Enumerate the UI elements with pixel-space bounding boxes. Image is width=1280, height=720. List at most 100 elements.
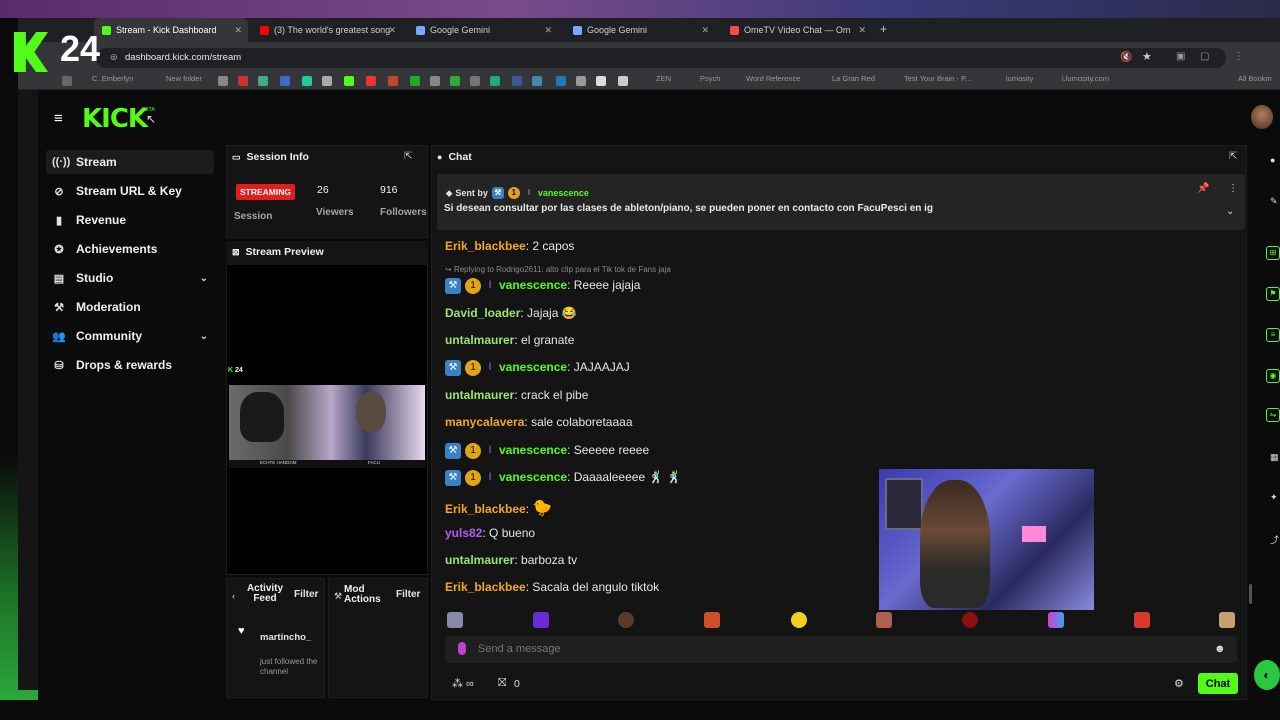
activity-user[interactable]: martincho_: [260, 632, 311, 643]
chat-message[interactable]: ⚒ 1 ǀ vanescence: Seeeee reeee: [445, 443, 649, 459]
emote-icon[interactable]: [791, 612, 807, 628]
emote-icon[interactable]: [876, 612, 892, 628]
bookmark-item[interactable]: La Gran Red: [832, 74, 875, 83]
quick-action-icon[interactable]: ⊞: [1266, 246, 1280, 260]
gift-icon[interactable]: ⛝: [498, 677, 506, 690]
chat-username[interactable]: vanescence: [499, 278, 567, 292]
close-tab-icon[interactable]: ✕: [388, 25, 396, 36]
chat-message[interactable]: ⚒ 1 ǀ vanescence: Reeee jajaja: [445, 278, 640, 294]
chat-username[interactable]: vanescence: [499, 470, 567, 484]
emote-icon[interactable]: [1048, 612, 1064, 628]
bookmark-folder[interactable]: All Bookm: [1238, 74, 1272, 83]
close-tab-icon[interactable]: ✕: [234, 25, 242, 36]
bookmark-icon[interactable]: [302, 76, 312, 86]
apps-icon[interactable]: [62, 76, 72, 86]
bookmark-icon[interactable]: [470, 76, 480, 86]
edit-icon[interactable]: ✎: [1270, 196, 1278, 207]
chat-message[interactable]: untalmaurer: el granate: [445, 333, 574, 347]
chat-username[interactable]: untalmaurer: [445, 553, 514, 567]
tool-icon[interactable]: ▦: [1270, 452, 1279, 463]
bookmark-item[interactable]: i.lumosity.com: [1062, 74, 1109, 83]
avatar[interactable]: [1251, 105, 1273, 129]
bookmark-icon[interactable]: [532, 76, 542, 86]
bookmark-folder[interactable]: ZEN: [656, 74, 671, 83]
hamburger-menu-icon[interactable]: ≡: [54, 110, 63, 127]
bookmark-icon[interactable]: [576, 76, 586, 86]
pinned-message[interactable]: [437, 174, 1245, 230]
chat-settings-gear-icon[interactable]: ⚙: [1174, 677, 1184, 690]
emoji-picker-icon[interactable]: ☻: [1214, 643, 1226, 655]
chat-username[interactable]: Erik_blackbee: [445, 580, 526, 594]
chat-message[interactable]: David_loader: Jajaja 😂: [445, 306, 577, 320]
close-tab-icon[interactable]: ✕: [858, 25, 866, 36]
sidepanel-icon[interactable]: ▢: [1200, 51, 1209, 62]
kick-bookmark-icon[interactable]: [344, 76, 354, 86]
chevron-down-icon[interactable]: ⌄: [200, 273, 208, 284]
chat-message[interactable]: yuls82: Q bueno: [445, 526, 535, 540]
browser-tab-gemini-1[interactable]: Google Gemini ✕: [408, 18, 558, 42]
chat-username[interactable]: vanescence: [499, 443, 567, 457]
sidebar-item-stream-url-key[interactable]: ⊘ Stream URL & Key: [46, 179, 214, 203]
new-tab-button[interactable]: +: [880, 22, 887, 36]
quick-action-icon[interactable]: ⚑: [1266, 287, 1280, 301]
bookmark-icon[interactable]: [238, 76, 248, 86]
bookmark-item[interactable]: C. Emberlyn: [92, 74, 133, 83]
popout-icon[interactable]: ⇱: [404, 151, 412, 162]
emote-icon[interactable]: [447, 612, 463, 628]
bookmark-icon[interactable]: [366, 76, 376, 86]
chat-message[interactable]: ⚒ 1 ǀ vanescence: Daaaaleeeee 🕺 🕺: [445, 470, 682, 486]
chat-username[interactable]: David_loader: [445, 306, 520, 320]
bookmark-icon[interactable]: [322, 76, 332, 86]
bookmark-icon[interactable]: [512, 76, 522, 86]
bookmark-icon[interactable]: [556, 76, 566, 86]
pin-icon[interactable]: 📌: [1197, 183, 1209, 194]
bookmark-icon[interactable]: [618, 76, 628, 86]
chat-username[interactable]: Erik_blackbee: [445, 502, 526, 516]
bookmark-icon[interactable]: [490, 76, 500, 86]
bookmark-icon[interactable]: [410, 76, 420, 86]
bookmark-folder[interactable]: Psych: [700, 74, 720, 83]
emote-icon[interactable]: [533, 612, 549, 628]
chat-username[interactable]: untalmaurer: [445, 333, 514, 347]
chat-username[interactable]: manycalavera: [445, 415, 524, 429]
chat-username[interactable]: untalmaurer: [445, 388, 514, 402]
sidebar-item-studio[interactable]: ▤ Studio ⌄: [46, 266, 214, 290]
sidebar-item-drops-rewards[interactable]: ⛁ Drops & rewards: [46, 353, 214, 377]
chat-message[interactable]: Erik_blackbee: Sacala del angulo tiktok: [445, 580, 659, 594]
browser-tab-gemini-2[interactable]: Google Gemini ✕: [565, 18, 715, 42]
sidebar-item-community[interactable]: 👥 Community ⌄: [46, 324, 214, 348]
mute-icon[interactable]: 🔇: [1120, 52, 1132, 63]
extensions-icon[interactable]: ▣: [1176, 51, 1185, 62]
browser-tab-kick[interactable]: Stream - Kick Dashboard ✕: [94, 18, 248, 42]
tool-icon[interactable]: ✦: [1270, 492, 1278, 503]
reply-context[interactable]: ↪ Replying to Rodrigo2611: alto clip par…: [445, 265, 671, 274]
bookmark-icon[interactable]: [430, 76, 440, 86]
kick-logo[interactable]: KICK: [82, 104, 148, 134]
sidebar-item-moderation[interactable]: ⚒ Moderation: [46, 295, 214, 319]
chat-message[interactable]: untalmaurer: barboza tv: [445, 553, 577, 567]
bookmark-icon[interactable]: [280, 76, 290, 86]
bookmark-icon[interactable]: [218, 76, 228, 86]
sidebar-item-achievements[interactable]: ✪ Achievements: [46, 237, 214, 261]
pinned-user[interactable]: vanescence: [538, 188, 589, 198]
chevron-down-icon[interactable]: ⌄: [200, 331, 208, 342]
info-icon[interactable]: ●: [1270, 155, 1275, 165]
quick-action-icon[interactable]: ⇋: [1266, 408, 1280, 422]
chat-message-input[interactable]: [478, 640, 1178, 658]
emote-icon[interactable]: [618, 612, 634, 628]
site-info-icon[interactable]: ⊜: [110, 52, 118, 63]
address-bar[interactable]: [96, 48, 1226, 68]
chat-message[interactable]: Erik_blackbee: 2 capos: [445, 239, 574, 253]
bookmark-icon[interactable]: [596, 76, 606, 86]
emote-icon[interactable]: [704, 612, 720, 628]
close-tab-icon[interactable]: ✕: [701, 25, 709, 36]
bookmark-item[interactable]: Test Your Brain - P...: [904, 74, 971, 83]
bookmark-icon[interactable]: [388, 76, 398, 86]
emote-icon[interactable]: [962, 612, 978, 628]
browser-tab-youtube[interactable]: (3) The world's greatest song ✕: [252, 18, 402, 42]
help-button-icon[interactable]: ◐: [1254, 660, 1280, 690]
send-chat-button[interactable]: Chat: [1198, 673, 1238, 694]
chat-message[interactable]: ⚒ 1 ǀ vanescence: JAJAAJAJ: [445, 360, 630, 376]
community-points-icon[interactable]: ⁂ ∞: [452, 677, 474, 690]
chat-message[interactable]: Erik_blackbee: 🐤: [445, 498, 552, 518]
